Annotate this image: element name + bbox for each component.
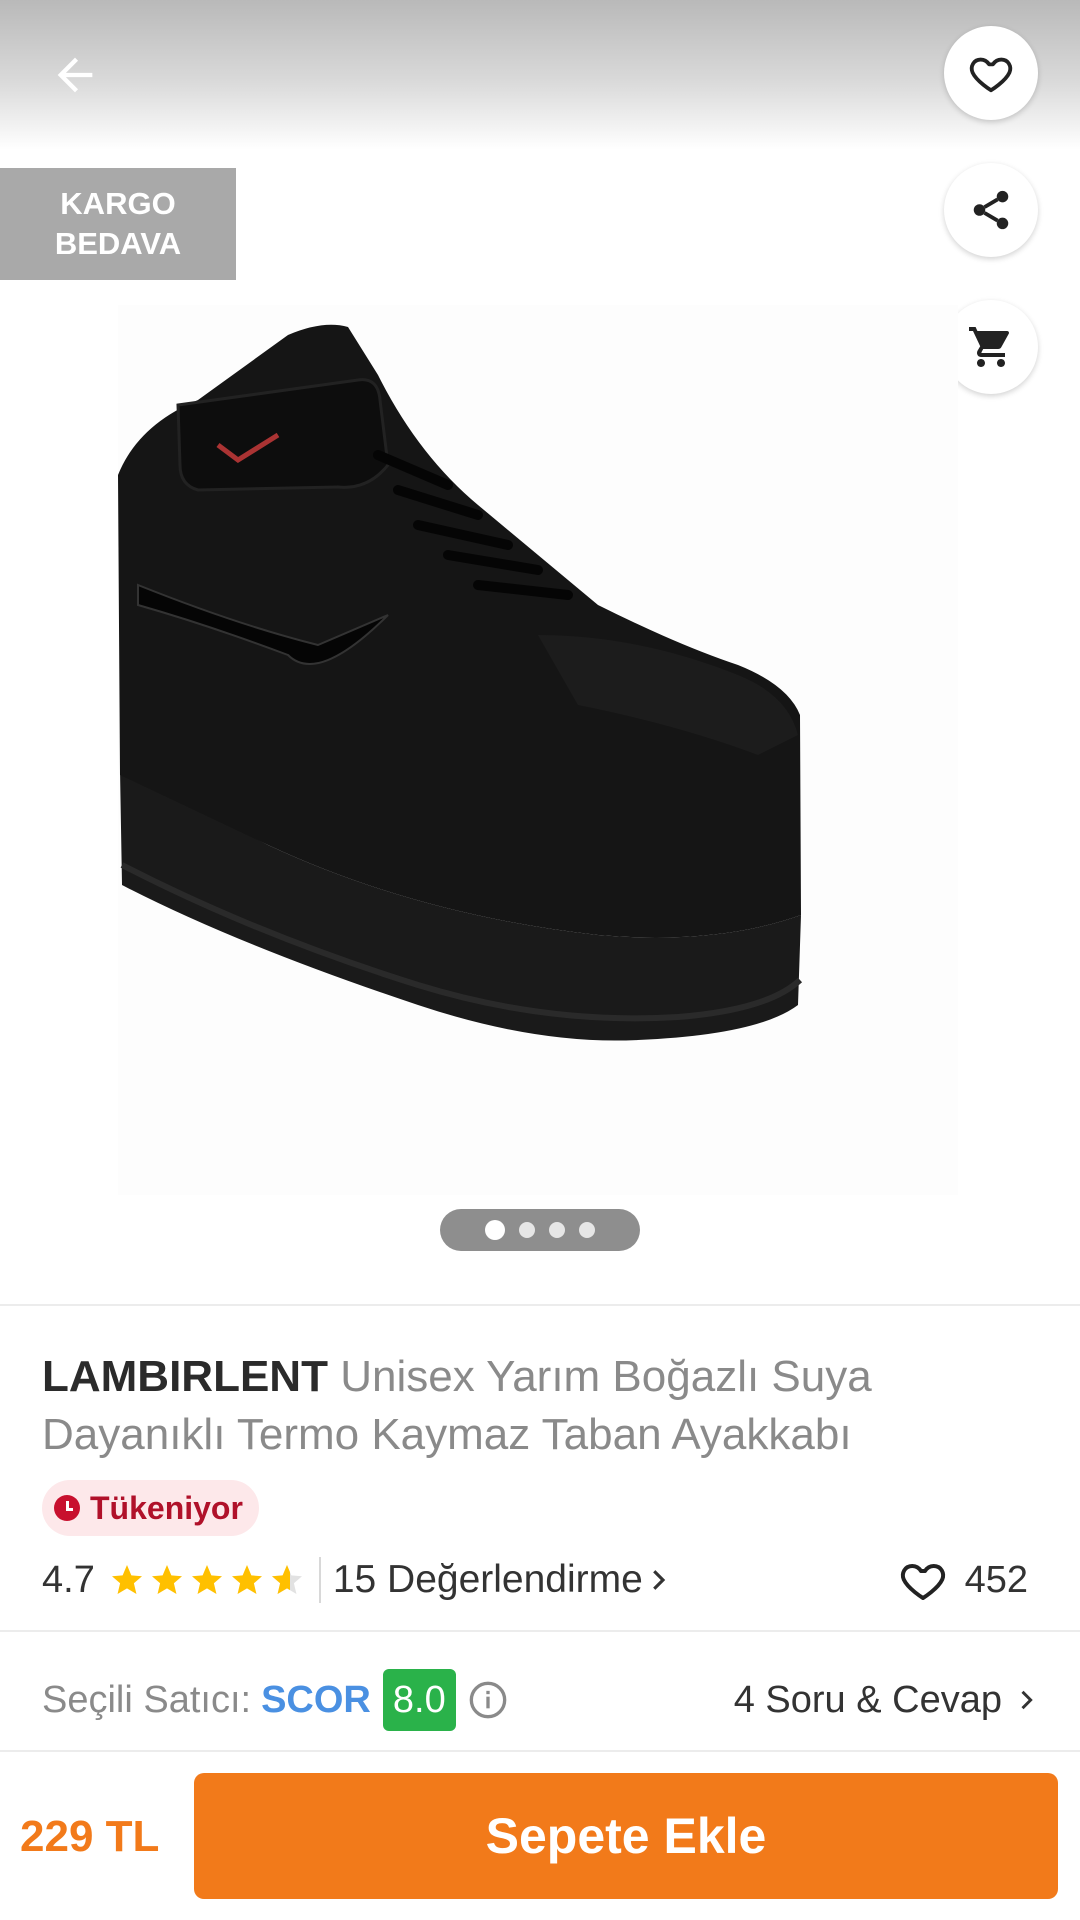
reviews-link[interactable]: 15 Değerlendirme — [333, 1558, 673, 1602]
product-title: LAMBIRLENT Unisex Yarım Boğazlı Suya Day… — [42, 1348, 1042, 1464]
product-image[interactable] — [118, 305, 958, 1195]
cart-icon — [969, 327, 1009, 367]
stock-badge-label: Tükeniyor — [90, 1489, 243, 1526]
seller-row: Seçili Satıcı: SCOR 8.0 4 Soru & Cevap — [42, 1668, 1040, 1732]
qa-label: 4 Soru & Cevap — [733, 1678, 1002, 1721]
pager-dot[interactable] — [519, 1222, 535, 1238]
sneaker-image — [118, 324, 803, 1041]
chevron-right-icon — [652, 1570, 666, 1590]
arrow-left-icon — [57, 57, 93, 93]
brand-name[interactable]: LAMBIRLENT — [42, 1352, 328, 1401]
favorite-count[interactable]: 452 — [899, 1556, 1028, 1604]
section-divider — [0, 1304, 1080, 1306]
header-gradient — [0, 0, 1080, 150]
back-button[interactable] — [40, 40, 110, 110]
section-divider — [0, 1630, 1080, 1632]
favorite-count-value: 452 — [964, 1558, 1028, 1601]
stock-badge: Tükeniyor — [42, 1480, 259, 1536]
free-shipping-line2: BEDAVA — [54, 226, 182, 261]
share-button[interactable] — [944, 163, 1038, 257]
qa-link[interactable]: 4 Soru & Cevap — [734, 1679, 1040, 1722]
pager-dot[interactable] — [485, 1220, 505, 1240]
add-to-cart-button[interactable]: Sepete Ekle — [194, 1773, 1058, 1899]
star-icon — [191, 1565, 222, 1594]
free-shipping-line1: KARGO — [60, 186, 176, 221]
star-icon — [151, 1565, 182, 1594]
star-icon — [111, 1565, 142, 1594]
half-star-icon — [271, 1565, 302, 1594]
rating-stars — [109, 1562, 305, 1598]
seller-label: Seçili Satıcı: — [42, 1678, 252, 1721]
info-icon[interactable] — [468, 1680, 508, 1720]
share-icon — [973, 190, 1009, 230]
heart-icon — [969, 57, 1013, 93]
image-pager[interactable] — [440, 1209, 640, 1251]
star-icon — [231, 1565, 262, 1594]
free-shipping-badge: KARGO BEDAVA — [0, 168, 236, 280]
price-label: 229 TL — [20, 1812, 160, 1861]
cart-button[interactable] — [944, 300, 1038, 394]
clock-icon — [54, 1495, 80, 1521]
seller-name-link[interactable]: SCOR — [261, 1679, 371, 1722]
favorite-button[interactable] — [944, 26, 1038, 120]
pager-dot[interactable] — [549, 1222, 565, 1238]
chevron-right-icon — [1021, 1690, 1033, 1710]
reviews-label: 15 Değerlendirme — [332, 1558, 643, 1601]
rating-row: 4.7 15 Değerlendirme 452 — [42, 1552, 1042, 1608]
pager-dot[interactable] — [579, 1222, 595, 1238]
rating-separator — [318, 1557, 321, 1603]
rating-value: 4.7 — [42, 1558, 95, 1601]
heart-icon — [900, 1564, 945, 1600]
seller-score-badge: 8.0 — [382, 1669, 456, 1731]
